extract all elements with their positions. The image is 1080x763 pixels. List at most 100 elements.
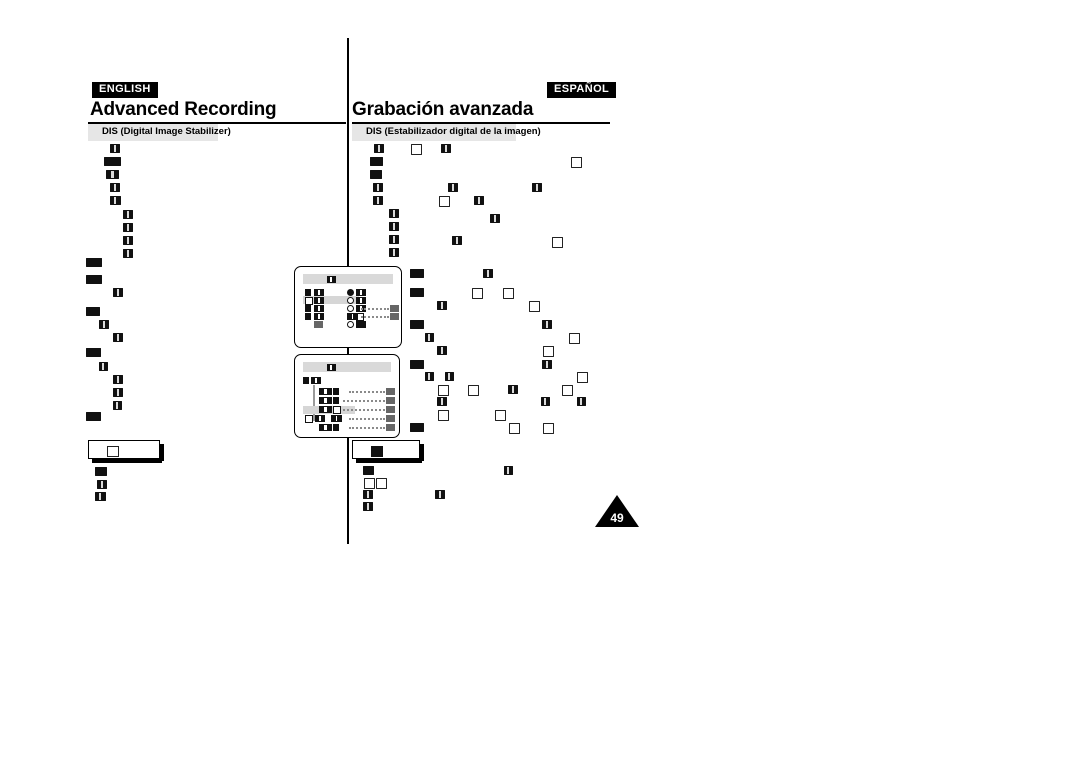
redacted-text-block [425, 333, 434, 342]
redacted-text-block [438, 410, 449, 421]
osd-joystick-icon [347, 313, 358, 320]
redacted-text-block [411, 144, 422, 155]
redacted-text-block [86, 275, 102, 284]
notes-label-spanish [371, 446, 383, 457]
redacted-text-block [113, 388, 123, 397]
osd-sub-icon5 [333, 424, 339, 431]
osd-sub-icon1 [333, 388, 339, 395]
redacted-text-block [389, 209, 399, 218]
redacted-text-block [483, 269, 493, 278]
redacted-text-block [113, 375, 123, 384]
redacted-text-block [123, 223, 133, 232]
osd-label-r2 [356, 297, 366, 304]
page-title-english: Advanced Recording [90, 99, 277, 120]
osd-leader-2 [361, 316, 389, 320]
osd-icon-row3 [305, 305, 311, 312]
redacted-text-block [490, 214, 500, 223]
redacted-text-block [495, 410, 506, 421]
redacted-text-block [99, 320, 109, 329]
redacted-text-block [410, 320, 424, 329]
redacted-text-block [448, 183, 458, 192]
redacted-text-block [376, 478, 387, 489]
osd-value-d [386, 415, 395, 422]
osd-icon-row2 [305, 297, 313, 305]
page-number-badge: 49 [595, 495, 639, 527]
osd-leader-d [349, 418, 385, 422]
redacted-text-block [435, 490, 445, 499]
osd-label-row1 [314, 289, 324, 296]
redacted-text-block [370, 157, 383, 166]
redacted-text-block [439, 196, 450, 207]
redacted-text-block [529, 301, 540, 312]
osd-radio-r2 [347, 297, 354, 304]
redacted-text-block [410, 269, 424, 278]
redacted-text-block [543, 346, 554, 357]
osd-value-b [386, 397, 395, 404]
redacted-text-block [438, 385, 449, 396]
osd-label-r1 [356, 289, 366, 296]
page-number-text: 49 [610, 511, 624, 525]
osd-icon-row4 [305, 313, 311, 320]
osd-value-a [386, 388, 395, 395]
redacted-text-block [552, 237, 563, 248]
redacted-text-block [95, 467, 107, 476]
redacted-text-block [363, 490, 373, 499]
osd-value-1 [390, 305, 399, 312]
redacted-text-block [86, 307, 100, 316]
osd-sub-row5 [319, 424, 332, 431]
redacted-text-block [389, 248, 399, 257]
osd-value-c [386, 406, 395, 413]
redacted-text-block [437, 301, 447, 310]
manual-page: ENGLISH Advanced Recording DIS (Digital … [0, 0, 1080, 763]
notes-shadow-bottom [92, 459, 162, 463]
redacted-text-block [452, 236, 462, 245]
osd-title-bar [303, 274, 393, 284]
redacted-text-block [562, 385, 573, 396]
redacted-text-block [363, 502, 373, 511]
osd-radio-r1 [347, 289, 354, 296]
osd-icon-row5 [314, 321, 323, 328]
redacted-text-block [113, 333, 123, 342]
notes-callout-english [88, 440, 164, 463]
osd-title-bar-2 [303, 362, 391, 372]
osd-radio-r5 [347, 321, 354, 328]
osd-label-row2 [314, 297, 324, 304]
redacted-text-block [437, 397, 447, 406]
osd-sub-row1 [319, 388, 332, 395]
redacted-text-block [509, 423, 520, 434]
redacted-text-block [110, 183, 120, 192]
redacted-text-block [437, 346, 447, 355]
osd-sub-check4 [305, 415, 313, 423]
osd-value-2 [390, 313, 399, 320]
redacted-text-block [577, 397, 586, 406]
redacted-text-block [363, 466, 374, 475]
notes-callout-spanish [352, 440, 424, 463]
osd-joystick-icon-2 [331, 415, 342, 422]
redacted-text-block [508, 385, 518, 394]
notes-shadow-right [160, 444, 164, 461]
redacted-text-block [542, 320, 552, 329]
osd-value-e [386, 424, 395, 431]
redacted-text-block [106, 170, 119, 179]
redacted-text-block [86, 348, 101, 357]
redacted-text-block [410, 360, 424, 369]
osd-leader-1 [361, 308, 389, 312]
redacted-text-block [113, 401, 122, 410]
notes-shadow-right [420, 444, 424, 461]
redacted-text-block [110, 196, 121, 205]
redacted-text-block [542, 360, 552, 369]
redacted-text-block [445, 372, 454, 381]
language-badge-spanish: ESPAÑOL [547, 82, 617, 98]
osd-leader-c [343, 409, 385, 413]
lcd-screen-camera-menu [294, 266, 402, 348]
notes-shadow-bottom [356, 459, 422, 463]
osd-sub-row2 [319, 397, 332, 404]
redacted-text-block [532, 183, 542, 192]
redacted-text-block [543, 423, 554, 434]
redacted-text-block [123, 236, 133, 245]
redacted-text-block [374, 144, 384, 153]
osd-sub-icon3 [333, 406, 341, 414]
redacted-text-block [410, 288, 424, 297]
redacted-text-block [95, 492, 106, 501]
subheading-spanish: DIS (Estabilizador digital de la imagen) [352, 124, 541, 141]
